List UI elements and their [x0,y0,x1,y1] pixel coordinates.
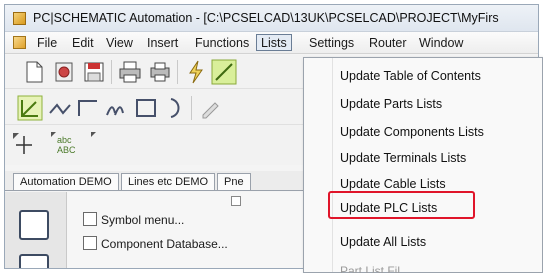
menu-settings[interactable]: Settings [305,35,358,52]
menu-part-list-files[interactable]: Part List Fil... [340,264,410,273]
menu-edit[interactable]: Edit [68,35,98,52]
line-draw-icon[interactable] [211,59,237,85]
print-preview-icon[interactable] [147,59,173,85]
symbol-menu-label: Symbol menu... [101,213,185,227]
menu-update-components-lists[interactable]: Update Components Lists [340,125,484,145]
lists-dropdown-menu: Update Table of Contents Update Parts Li… [303,57,543,273]
window-title: PC|SCHEMATIC Automation - [C:\PCSELCAD\1… [33,11,499,25]
toolbar-separator [111,60,112,84]
circle-arc-icon[interactable] [163,95,189,121]
close-panel-icon[interactable] [231,196,241,206]
pencil-icon[interactable] [197,95,223,121]
menu-window[interactable]: Window [415,35,467,52]
rectangle-icon[interactable] [133,95,159,121]
arc-icon[interactable] [103,95,129,121]
symbol-menu-item[interactable]: Symbol menu... [83,212,184,230]
menu-view[interactable]: View [102,35,137,52]
new-document-icon[interactable] [21,59,47,85]
tab-lines-etc-demo[interactable]: Lines etc DEMO [121,173,216,190]
component-database-item[interactable]: Component Database... [83,236,228,254]
menu-file[interactable]: File [33,35,61,52]
document-menu-icon[interactable] [13,36,26,49]
app-icon [13,12,26,25]
symbol-menu-icon [83,212,97,226]
database-icon [83,236,97,250]
toolbar-row-text: abc ABC [5,127,305,163]
menu-update-plc-lists[interactable]: Update PLC Lists [340,201,437,221]
menu-update-table-of-contents[interactable]: Update Table of Contents [340,69,481,89]
panel-tool-strip [5,192,67,268]
database-panel-icon[interactable] [19,254,49,268]
project-tabs: Automation DEMO Lines etc DEMO Pne [5,171,305,191]
menu-functions[interactable]: Functions [191,35,253,52]
toolbar-separator [191,96,192,120]
title-bar: PC|SCHEMATIC Automation - [C:\PCSELCAD\1… [5,5,538,32]
toolbars: abc ABC [5,55,305,165]
menu-update-all-lists[interactable]: Update All Lists [340,235,426,255]
svg-text:abc: abc [57,135,72,145]
side-panel: Symbol menu... Component Database... [5,192,305,268]
save-icon[interactable] [81,59,107,85]
menu-insert[interactable]: Insert [143,35,182,52]
toolbar-row-standard [5,55,305,89]
bracket-line-icon[interactable] [75,95,101,121]
text-tool-icon[interactable]: abc ABC [49,131,83,157]
menu-lists[interactable]: Lists [256,34,292,51]
cross-pointer-icon[interactable] [11,131,37,157]
svg-text:ABC: ABC [57,145,76,155]
open-document-icon[interactable] [51,59,77,85]
menu-update-terminals-lists[interactable]: Update Terminals Lists [340,151,466,171]
keypad-icon[interactable] [19,210,49,240]
menu-update-parts-lists[interactable]: Update Parts Lists [340,97,442,117]
lightning-icon[interactable] [183,59,209,85]
component-database-label: Component Database... [101,237,228,251]
toolbar-row-draw [5,91,305,125]
polyline-icon[interactable] [17,95,43,121]
wave-line-icon[interactable] [47,95,73,121]
menu-bar: File Edit View Insert Functions Lists Se… [5,32,538,54]
toolbar-separator [177,60,178,84]
tab-automation-demo[interactable]: Automation DEMO [13,173,119,190]
print-icon[interactable] [117,59,143,85]
menu-router[interactable]: Router [365,35,411,52]
tab-pne[interactable]: Pne [217,173,251,190]
text-marker-icon[interactable] [89,131,115,157]
